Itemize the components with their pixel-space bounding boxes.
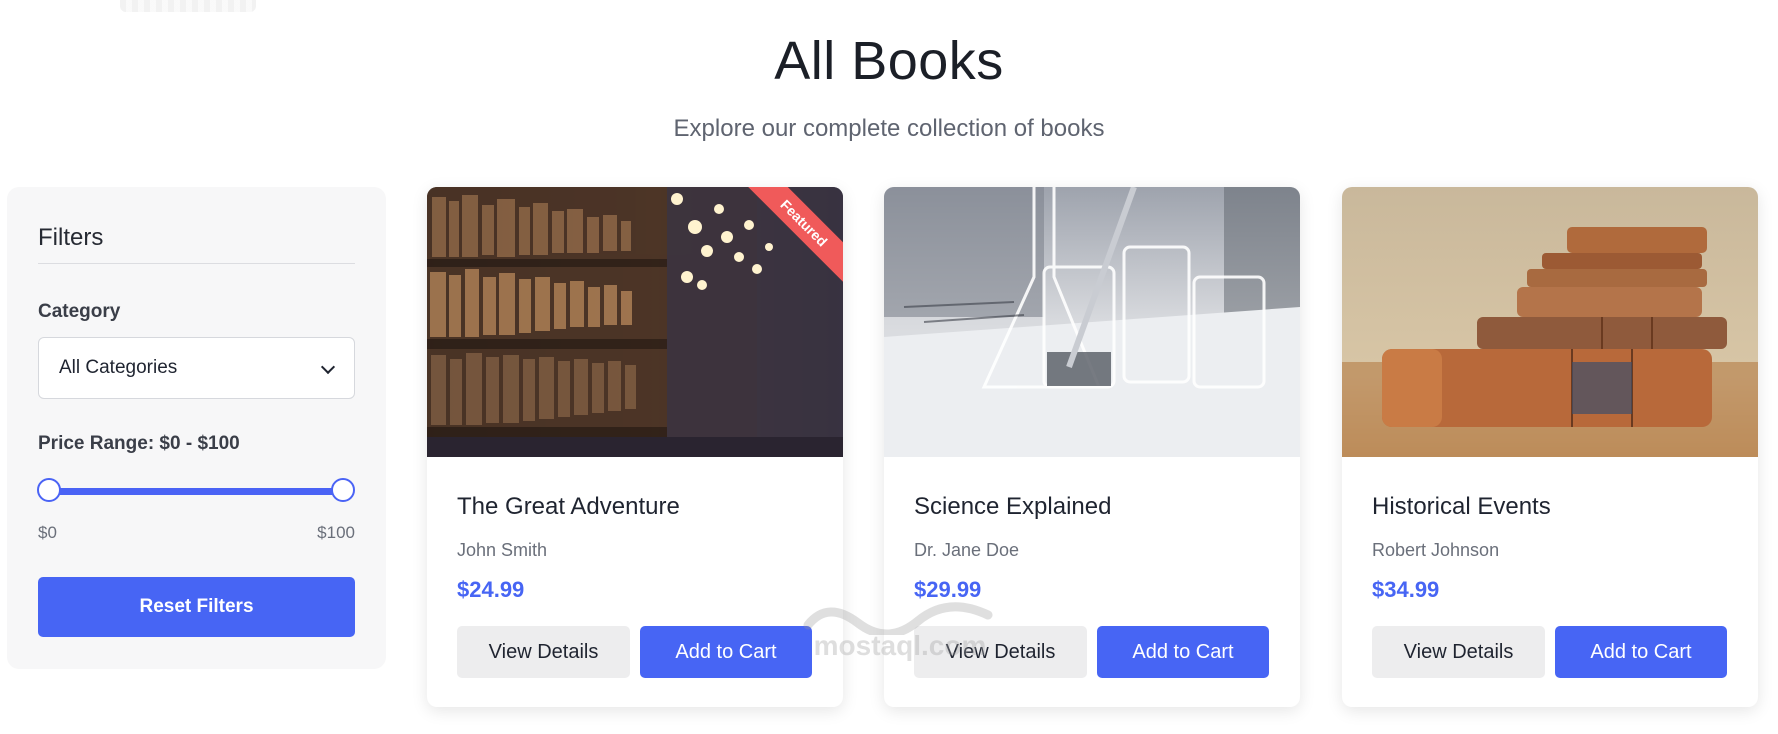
book-price: $24.99	[457, 577, 525, 602]
price-range-label: Price Range: $0 - $100	[38, 433, 240, 455]
add-to-cart-button[interactable]: Add to Cart	[1097, 626, 1269, 678]
category-label: Category	[38, 301, 121, 322]
book-cover-image[interactable]	[1342, 187, 1758, 457]
stack-of-old-books-image	[1342, 187, 1758, 457]
book-title[interactable]: Science Explained	[914, 493, 1111, 521]
price-min-label: $0	[38, 523, 57, 542]
price-range-text: Price Range: $0 - $100	[38, 433, 240, 454]
book-price: $34.99	[1372, 577, 1440, 602]
book-title[interactable]: Historical Events	[1372, 493, 1551, 521]
page-title: All Books	[774, 31, 1004, 91]
add-to-cart-button[interactable]: Add to Cart	[640, 626, 812, 678]
book-title[interactable]: The Great Adventure	[457, 493, 680, 521]
featured-ribbon: Featured	[743, 187, 843, 287]
filters-title: Filters	[38, 224, 104, 251]
price-max-label: $100	[317, 523, 355, 542]
reset-filters-button[interactable]: Reset Filters	[38, 577, 355, 637]
lab-glassware-image	[884, 187, 1300, 457]
price-slider-min-handle[interactable]	[37, 478, 61, 502]
view-details-button[interactable]: View Details	[457, 626, 630, 678]
book-author: Dr. Jane Doe	[914, 540, 1020, 560]
book-author: Robert Johnson	[1372, 540, 1500, 560]
filters-panel: Filters Category All Categories Price Ra…	[7, 187, 386, 669]
category-select-value: All Categories	[59, 357, 178, 378]
book-cover-image[interactable]	[884, 187, 1300, 457]
chevron-down-icon	[322, 362, 334, 374]
book-author: John Smith	[457, 540, 548, 560]
page-subtitle: Explore our complete collection of books	[673, 115, 1105, 142]
filters-divider	[38, 263, 355, 264]
book-card: Science Explained Dr. Jane Doe $29.99 Vi…	[884, 187, 1300, 707]
top-decoration	[120, 0, 256, 12]
price-slider-max-handle[interactable]	[331, 478, 355, 502]
featured-badge: Featured	[743, 187, 843, 286]
add-to-cart-button[interactable]: Add to Cart	[1555, 626, 1727, 678]
view-details-button[interactable]: View Details	[1372, 626, 1545, 678]
price-slider-track[interactable]	[49, 488, 344, 495]
view-details-button[interactable]: View Details	[914, 626, 1087, 678]
book-price: $29.99	[914, 577, 982, 602]
book-card: Historical Events Robert Johnson $34.99 …	[1342, 187, 1758, 707]
category-select[interactable]: All Categories	[38, 337, 355, 399]
book-card: Featured The Great Adventure John Smith …	[427, 187, 843, 707]
